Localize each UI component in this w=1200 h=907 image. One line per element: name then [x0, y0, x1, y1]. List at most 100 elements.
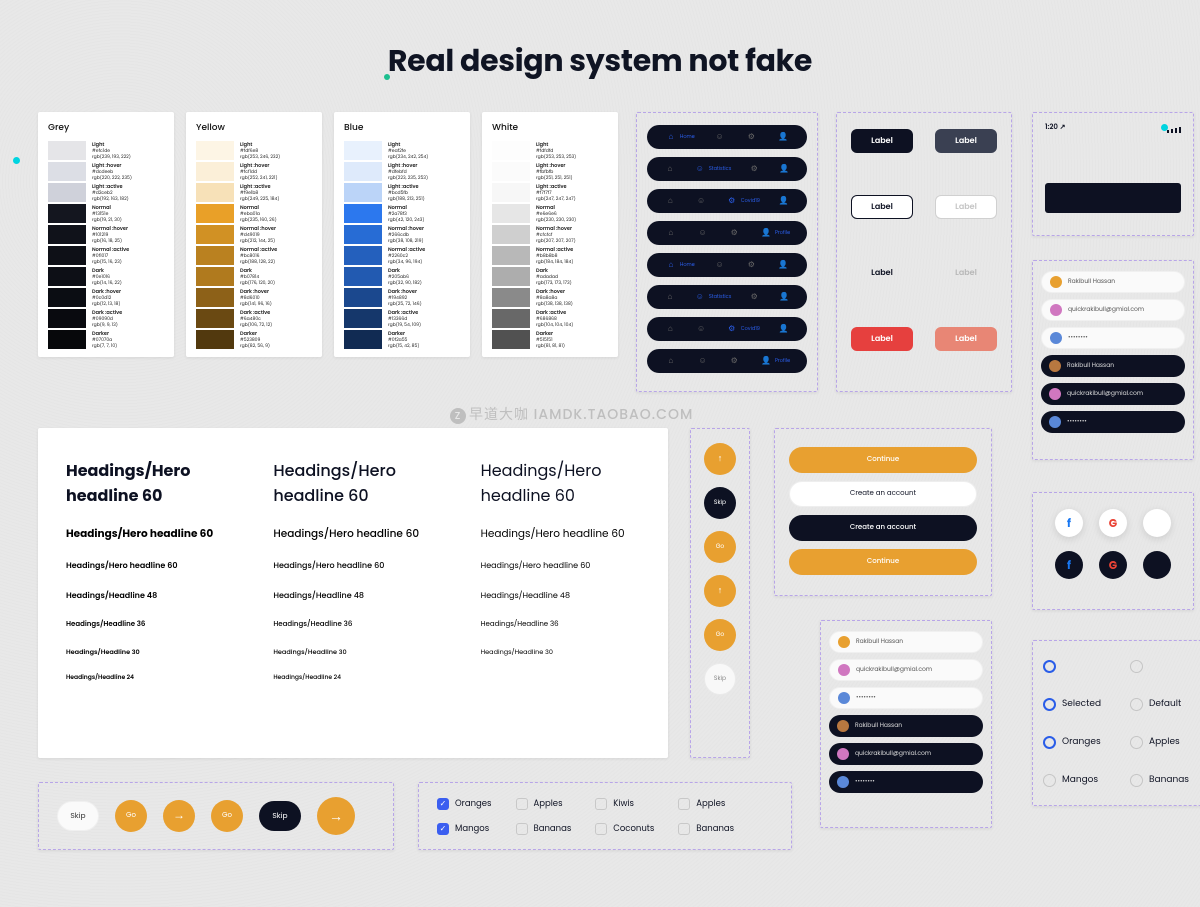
- nav-item[interactable]: 👤: [777, 290, 791, 304]
- nav-item[interactable]: ⚙: [747, 162, 761, 176]
- button-red-soft[interactable]: Label: [935, 327, 997, 351]
- facebook-icon[interactable]: f: [1055, 509, 1083, 537]
- input-pass[interactable]: ••••••••: [829, 687, 983, 709]
- at-icon: [1049, 388, 1061, 400]
- nav-item[interactable]: 👤: [777, 194, 791, 208]
- nav-item[interactable]: ⌂: [663, 290, 677, 304]
- checkbox-box: [595, 798, 607, 810]
- nav-item[interactable]: 👤: [776, 130, 790, 144]
- input-email-dark[interactable]: quickrakibull@gmial.com: [1041, 383, 1185, 405]
- radio-apples[interactable]: Apples: [1130, 729, 1197, 755]
- nav-item[interactable]: ☺: [694, 194, 708, 208]
- button-red[interactable]: Label: [851, 327, 913, 351]
- checkbox[interactable]: ✓Mangos: [437, 822, 492, 835]
- heading-60-bold: Headings/Hero headline 60: [66, 458, 225, 508]
- nav-item[interactable]: 👤: [777, 322, 791, 336]
- input-pass-light[interactable]: ••••••••: [1041, 327, 1185, 349]
- nav-item[interactable]: ⌂: [663, 194, 677, 208]
- fab-go[interactable]: Go: [704, 531, 736, 563]
- apple-icon[interactable]: [1143, 509, 1171, 537]
- nav-icon: ⌂: [663, 162, 677, 176]
- button-soft-dark[interactable]: Label: [935, 129, 997, 153]
- nav-item[interactable]: ⚙: [727, 226, 741, 240]
- nav-item[interactable]: ☺: [696, 226, 710, 240]
- nav-item[interactable]: ⌂: [664, 354, 678, 368]
- heading-36: Headings/Headline 36: [66, 620, 225, 630]
- radio-oranges[interactable]: Oranges: [1043, 729, 1110, 755]
- facebook-icon-dark[interactable]: f: [1055, 551, 1083, 579]
- nav-item[interactable]: ☺: [713, 258, 727, 272]
- nav-item[interactable]: 👤: [776, 258, 790, 272]
- nav-item[interactable]: 👤Profile: [759, 354, 790, 368]
- nav-item[interactable]: ⚙Covid19: [725, 194, 760, 208]
- arrow-big[interactable]: →: [317, 797, 355, 835]
- skip-button[interactable]: Skip: [57, 801, 99, 831]
- fab-go-2[interactable]: Go: [704, 619, 736, 651]
- checkbox[interactable]: Apples: [678, 797, 734, 810]
- avatar-icon: [1050, 276, 1062, 288]
- continue-orange-2[interactable]: Continue: [789, 549, 977, 575]
- input-email[interactable]: quickrakibull@gmial.com: [829, 659, 983, 681]
- go-button-2[interactable]: Go: [211, 800, 243, 832]
- nav-item[interactable]: ⚙: [744, 130, 758, 144]
- checkbox[interactable]: Coconuts: [595, 822, 654, 835]
- nav-item[interactable]: ⌂Home: [664, 130, 695, 144]
- input-name[interactable]: Rakibull Hassan: [829, 631, 983, 653]
- skip-dark[interactable]: Skip: [259, 801, 301, 831]
- nav-item[interactable]: ☺: [696, 354, 710, 368]
- color-swatch: Dark :active#6a480crgb(106, 72, 12): [196, 309, 312, 328]
- input-email-light[interactable]: quickrakibull@gmial.com: [1041, 299, 1185, 321]
- button-outline[interactable]: Label: [851, 195, 913, 219]
- nav-item[interactable]: ☺Statistics: [693, 162, 732, 176]
- nav-item[interactable]: ⌂: [664, 226, 678, 240]
- nav-item[interactable]: ⚙: [744, 258, 758, 272]
- google-icon[interactable]: G: [1099, 509, 1127, 537]
- fab-skip-light[interactable]: Skip: [704, 663, 736, 695]
- go-button[interactable]: Go: [115, 800, 147, 832]
- continue-orange[interactable]: Continue: [789, 447, 977, 473]
- radio-empty-on[interactable]: [1043, 653, 1110, 679]
- radio-empty-off[interactable]: [1130, 653, 1197, 679]
- nav-item[interactable]: ⚙: [727, 354, 741, 368]
- button-text[interactable]: Label: [851, 261, 913, 285]
- button-dark[interactable]: Label: [851, 129, 913, 153]
- input-name-dark[interactable]: Rakibull Hassan: [829, 715, 983, 737]
- button-text-grey[interactable]: Label: [935, 261, 997, 285]
- nav-item[interactable]: ☺Statistics: [693, 290, 732, 304]
- nav-item[interactable]: ☺: [694, 322, 708, 336]
- radio-selected[interactable]: Selected: [1043, 691, 1110, 717]
- nav-icon: 👤: [776, 130, 790, 144]
- at-icon: [838, 664, 850, 676]
- input-name-light[interactable]: Rakibull Hassan: [1041, 271, 1185, 293]
- checkbox[interactable]: ✓Oranges: [437, 797, 492, 810]
- nav-item[interactable]: ⌂: [663, 162, 677, 176]
- input-name-dark[interactable]: Rakibull Hassan: [1041, 355, 1185, 377]
- create-white[interactable]: Create an account: [789, 481, 977, 507]
- fab-skip-dark[interactable]: Skip: [704, 487, 736, 519]
- nav-item[interactable]: ⚙: [747, 290, 761, 304]
- nav-item[interactable]: ⌂Home: [664, 258, 695, 272]
- nav-item[interactable]: ⌂: [663, 322, 677, 336]
- nav-item[interactable]: 👤Profile: [759, 226, 790, 240]
- radio-mangos[interactable]: Mangos: [1043, 767, 1110, 793]
- apple-icon-dark[interactable]: [1143, 551, 1171, 579]
- button-light-outline[interactable]: Label: [935, 195, 997, 219]
- fab-up-2[interactable]: ↑: [704, 575, 736, 607]
- fab-up[interactable]: ↑: [704, 443, 736, 475]
- input-pass-dark[interactable]: ••••••••: [1041, 411, 1185, 433]
- radio-bananas[interactable]: Bananas: [1130, 767, 1197, 793]
- checkbox[interactable]: Bananas: [678, 822, 734, 835]
- checkbox[interactable]: Kiwis: [595, 797, 654, 810]
- input-email-dark[interactable]: quickrakibull@gmial.com: [829, 743, 983, 765]
- checkbox[interactable]: Apples: [516, 797, 572, 810]
- checkbox[interactable]: Bananas: [516, 822, 572, 835]
- arrow-button[interactable]: →: [163, 800, 195, 832]
- input-pass-dark[interactable]: ••••••••: [829, 771, 983, 793]
- create-dark[interactable]: Create an account: [789, 515, 977, 541]
- nav-item[interactable]: 👤: [777, 162, 791, 176]
- google-icon-dark[interactable]: G: [1099, 551, 1127, 579]
- color-swatch: Normal :hover#101219rgb(16, 18, 25): [48, 225, 164, 244]
- nav-item[interactable]: ⚙Covid19: [725, 322, 760, 336]
- radio-default[interactable]: Default: [1130, 691, 1197, 717]
- nav-item[interactable]: ☺: [713, 130, 727, 144]
